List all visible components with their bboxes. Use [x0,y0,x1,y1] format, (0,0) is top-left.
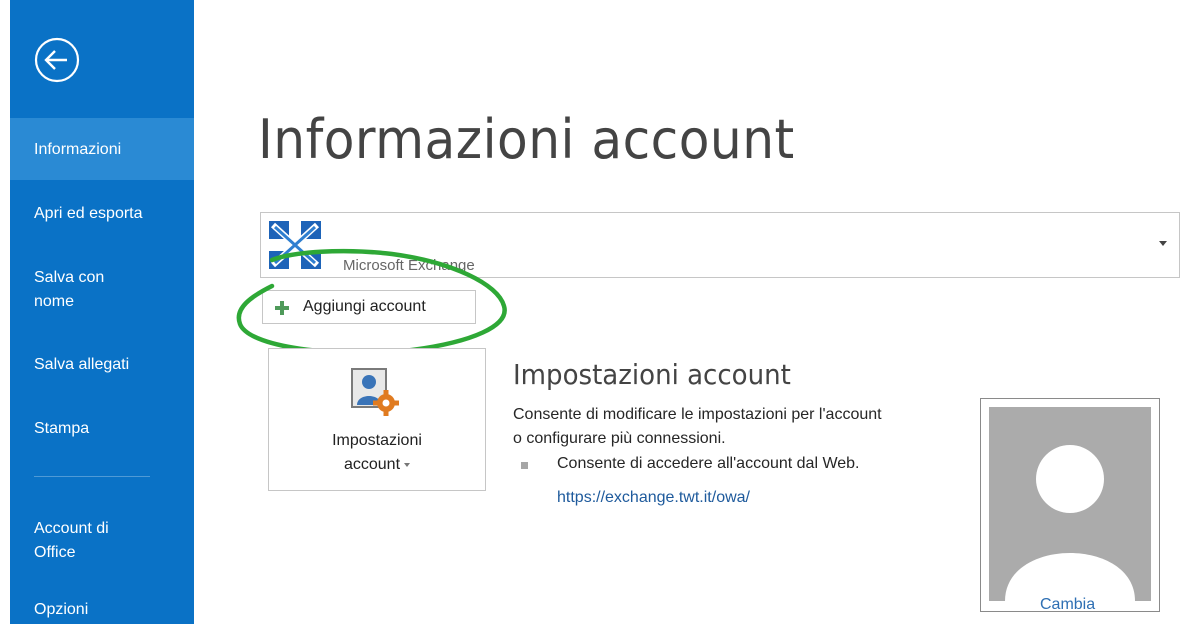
sidebar-item-account-office[interactable]: Account di Office [10,517,194,565]
account-selector[interactable]: Microsoft Exchange [260,212,1180,278]
sidebar-item-salva-allegati[interactable]: Salva allegati [10,353,194,377]
account-settings-label: Impostazioni account [269,429,485,477]
sidebar-item-opzioni[interactable]: Opzioni [10,598,194,622]
sidebar-item-salva-con-nome[interactable]: Salva con nome [10,266,194,314]
section-description: Consente di modificare le impostazioni p… [513,403,973,451]
exchange-logo-icon [269,221,321,269]
sidebar-item-label-line2: Office [34,544,76,561]
page-title: Informazioni account [258,108,795,171]
sidebar-item-apri-esporta[interactable]: Apri ed esporta [10,202,194,226]
bullet-icon [521,462,528,469]
sidebar-item-stampa[interactable]: Stampa [10,417,194,441]
default-avatar-icon [989,407,1151,601]
account-name: Microsoft Exchange [343,257,475,274]
add-account-button[interactable]: Aggiungi account [262,290,476,324]
add-account-label: Aggiungi account [303,298,426,315]
sidebar-divider [34,476,150,477]
account-settings-icon [351,368,399,416]
plus-icon [275,301,289,315]
sidebar-item-informazioni[interactable]: Informazioni [10,118,194,180]
tile-label-line2: account [343,456,401,473]
backstage-sidebar: Informazioni Apri ed esporta Salva con n… [10,0,194,624]
sidebar-item-label: Apri ed esporta [34,205,143,222]
sidebar-item-label-line2: nome [34,293,75,310]
description-line2: o configurare più connessioni. [513,430,726,447]
chevron-down-icon [404,462,411,467]
section-heading: Impostazioni account [513,358,791,391]
owa-link[interactable]: https://exchange.twt.it/owa/ [557,489,750,507]
account-settings-tile[interactable]: Impostazioni account [268,348,486,491]
sidebar-item-label: Salva con [34,269,105,286]
back-arrow-icon [34,37,80,83]
description-line1: Consente di modificare le impostazioni p… [513,406,882,423]
sidebar-item-label: Opzioni [34,601,89,618]
sidebar-item-label: Stampa [34,420,90,437]
tile-label-line1: Impostazioni [332,432,422,449]
bullet-text: Consente di accedere all'account dal Web… [557,455,860,472]
change-photo-link[interactable]: Cambia [1040,596,1095,614]
chevron-down-icon [1159,241,1167,246]
sidebar-item-label: Account di [34,520,109,537]
sidebar-item-label: Informazioni [34,141,122,158]
sidebar-item-label: Salva allegati [34,356,130,373]
tile-label-line2-row: account [269,453,485,477]
back-button[interactable] [33,36,81,84]
profile-picture-frame[interactable] [980,398,1160,612]
